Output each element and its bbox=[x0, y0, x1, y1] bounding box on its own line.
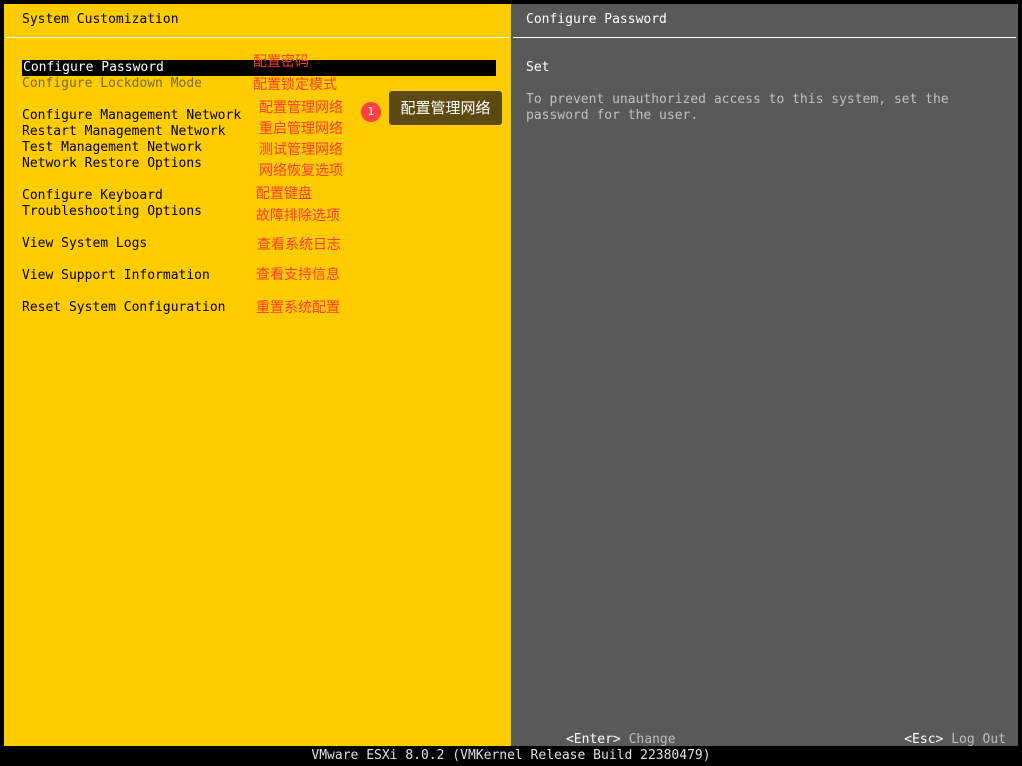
description-text: To prevent unauthorized access to this s… bbox=[526, 92, 949, 123]
menu-item-view-system-logs[interactable]: View System Logs bbox=[22, 236, 147, 252]
menu-item-troubleshooting-options[interactable]: Troubleshooting Options bbox=[22, 204, 202, 220]
status-heading: Set bbox=[526, 60, 550, 75]
esc-key-label: <Esc> bbox=[904, 732, 944, 747]
menu-item-configure-keyboard[interactable]: Configure Keyboard bbox=[22, 188, 163, 204]
annotation-configure-keyboard: 配置键盘 bbox=[256, 186, 312, 202]
menu-item-network-restore-options[interactable]: Network Restore Options bbox=[22, 156, 202, 172]
callout-tooltip: 配置管理网络 bbox=[389, 91, 502, 125]
annotation-test-management-network: 测试管理网络 bbox=[259, 142, 343, 158]
menu-item-reset-system-configuration[interactable]: Reset System Configuration bbox=[22, 300, 226, 316]
log-out-label: Log Out bbox=[951, 732, 1006, 747]
annotation-troubleshooting-options: 故障排除选项 bbox=[256, 208, 340, 224]
annotation-configure-password: 配置密码 bbox=[253, 54, 309, 70]
annotation-network-restore-options: 网络恢复选项 bbox=[259, 163, 343, 179]
annotation-view-support-information: 查看支持信息 bbox=[256, 267, 340, 283]
pane-title: Configure Password bbox=[526, 12, 667, 27]
change-label: Change bbox=[628, 732, 676, 747]
menu-item-test-management-network[interactable]: Test Management Network bbox=[22, 140, 202, 156]
menu-item-restart-management-network[interactable]: Restart Management Network bbox=[22, 124, 226, 140]
menu-item-configure-lockdown-mode[interactable]: Configure Lockdown Mode bbox=[22, 76, 202, 92]
configure-password-pane: Configure Password Set To prevent unauth… bbox=[511, 4, 1018, 747]
divider bbox=[513, 37, 1016, 38]
enter-key-label: <Enter> bbox=[565, 732, 621, 747]
menu-item-view-support-information[interactable]: View Support Information bbox=[22, 268, 210, 284]
annotation-configure-management-network: 配置管理网络 bbox=[259, 100, 343, 116]
dcui-screen: System Customization Configure Password … bbox=[0, 0, 1022, 766]
annotation-configure-lockdown-mode: 配置锁定模式 bbox=[253, 77, 337, 93]
callout-badge: 1 bbox=[361, 102, 381, 122]
annotation-reset-system-configuration: 重置系统配置 bbox=[256, 300, 340, 316]
annotation-view-system-logs: 查看系统日志 bbox=[257, 237, 341, 253]
annotation-restart-management-network: 重启管理网络 bbox=[259, 121, 343, 137]
menu-item-configure-management-network[interactable]: Configure Management Network bbox=[22, 108, 241, 124]
divider bbox=[6, 37, 509, 38]
status-bar: VMware ESXi 8.0.2 (VMKernel Release Buil… bbox=[311, 748, 711, 763]
pane-title: System Customization bbox=[22, 12, 179, 27]
